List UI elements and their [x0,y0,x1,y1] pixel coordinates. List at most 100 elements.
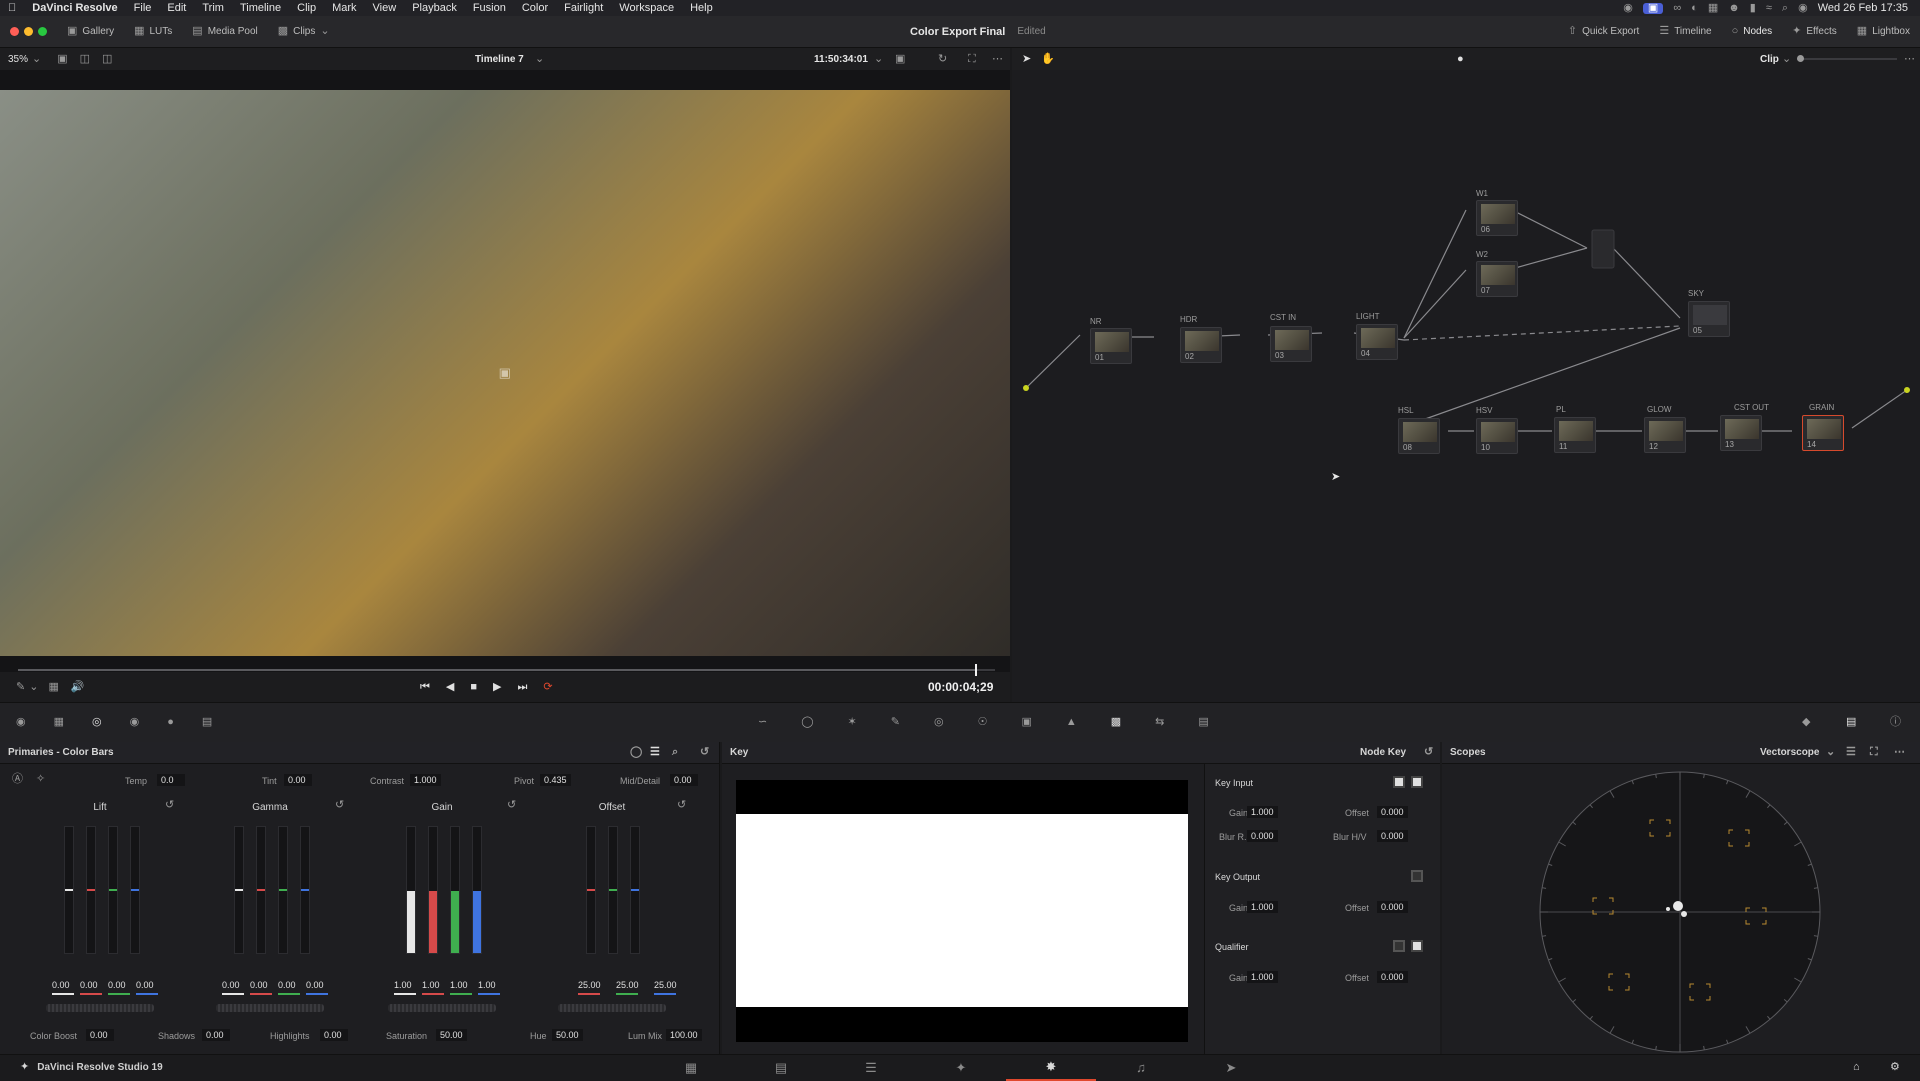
curves-icon[interactable]: ∽ [758,717,767,728]
key-input-offset-field[interactable]: 0.000 [1377,806,1408,818]
key-output-invert-toggle[interactable] [1411,870,1423,882]
node-sky[interactable]: 05 [1688,301,1730,337]
nodes-button[interactable]: ○ Nodes [1722,16,1783,47]
chevron-down-icon[interactable]: ⌄ [1826,747,1835,758]
channel-bar[interactable] [608,826,618,954]
zoom-select[interactable]: 35% [0,54,32,65]
menu-help[interactable]: Help [682,2,721,14]
media-pool-button[interactable]: ▤ Media Pool [182,16,267,47]
channel-value[interactable]: 0.00 [108,980,126,990]
more-options-icon[interactable]: ⋯ [1904,53,1915,65]
menu-color[interactable]: Color [514,2,556,14]
menu-clip[interactable]: Clip [289,2,324,14]
channel-bar[interactable] [64,826,74,954]
volume-icon[interactable]: 🔊 [71,681,85,693]
compare-view-icon[interactable]: ◫ [102,53,112,65]
calendar-icon[interactable]: ▦ [1708,2,1718,14]
node-pl[interactable]: 11 [1554,417,1596,453]
split-view-icon[interactable]: ◫ [80,53,90,65]
sync-icon[interactable]: ◐ [1691,2,1698,14]
media-page-tab[interactable]: ▦ [646,1055,736,1081]
color-warper-icon[interactable]: ◯ [801,717,813,728]
luts-button[interactable]: ▦ LUTs [124,16,182,47]
chevron-down-icon[interactable]: ⌄ [535,53,544,65]
resolve-status-icon[interactable]: ◉ [1623,2,1633,14]
node-light[interactable]: 04 [1356,324,1398,360]
qualifier-mask-toggle[interactable] [1411,940,1423,952]
menu-mark[interactable]: Mark [324,2,364,14]
source-timecode[interactable]: 11:50:34:01 [814,54,868,65]
qualifier-invert-toggle[interactable] [1393,940,1405,952]
eyedropper-icon[interactable]: ✎ [891,717,900,728]
reset-icon[interactable]: ◯ [630,747,642,758]
channel-bar[interactable] [108,826,118,954]
single-view-icon[interactable]: ▣ [57,53,67,65]
screen-share-icon[interactable]: ▣ [1642,2,1664,14]
node-nr[interactable]: 01 [1090,328,1132,364]
pivot-field[interactable]: 0.435 [540,774,571,786]
lummix-field[interactable]: 100.00 [666,1029,702,1041]
node-hsl[interactable]: 08 [1398,418,1440,454]
saturation-field[interactable]: 50.00 [436,1029,467,1041]
hue-field[interactable]: 50.00 [552,1029,583,1041]
channel-bar[interactable] [86,826,96,954]
node-w1[interactable]: 06 [1476,200,1518,236]
gallery-still-icon[interactable]: ▦ [48,681,58,693]
clips-button[interactable]: ▩ Clips ⌄ [268,16,340,47]
contrast-field[interactable]: 1.000 [410,774,441,786]
creative-cloud-icon[interactable]: ∞ [1673,2,1681,14]
scrubber-track[interactable] [18,664,995,676]
reset-icon[interactable]: ↺ [507,800,516,811]
key-output-offset-field[interactable]: 0.000 [1377,901,1408,913]
reset-icon[interactable]: ↺ [165,800,174,811]
shadows-field[interactable]: 0.00 [202,1029,230,1041]
fullscreen-icon[interactable]: ⛶ [968,53,976,65]
qualifier-icon[interactable]: ✶ [848,717,857,728]
deliver-page-tab[interactable]: ➤ [1186,1055,1276,1081]
highlights-field[interactable]: 0.00 [320,1029,348,1041]
menu-fusion[interactable]: Fusion [465,2,514,14]
clock[interactable]: Wed 26 Feb 17:35 [1818,2,1908,14]
node-zoom-slider[interactable] [1797,55,1897,62]
edit-page-tab[interactable]: ☰ [826,1055,916,1081]
auto-balance-icon[interactable]: Ⓐ [12,774,23,785]
channel-bar[interactable] [130,826,140,954]
home-icon[interactable]: ⌂ [1853,1062,1860,1073]
expand-icon[interactable]: ⛶ [1870,747,1878,758]
timeline-name[interactable]: Timeline 7 [475,54,524,65]
master-wheel-dial[interactable] [46,1004,154,1012]
key-input-blur-hv-field[interactable]: 0.000 [1377,830,1408,842]
master-wheel-dial[interactable] [388,1004,496,1012]
menu-trim[interactable]: Trim [194,2,232,14]
more-options-icon[interactable]: ⋯ [1894,747,1905,758]
play-reverse-icon[interactable]: ◀ [446,681,454,693]
channel-bar[interactable] [472,826,482,954]
color-page-tab[interactable]: ✸ [1006,1055,1096,1081]
viewer-mode-icon[interactable]: ▣ [895,53,905,65]
channel-value[interactable]: 0.00 [136,980,154,990]
gallery-button[interactable]: ▣ Gallery [57,16,124,47]
search-icon[interactable]: ⌕ [672,747,678,758]
menu-timeline[interactable]: Timeline [232,2,289,14]
menu-fairlight[interactable]: Fairlight [556,2,611,14]
app-menu[interactable]: DaVinci Resolve [24,2,125,14]
reset-icon[interactable]: ↺ [335,800,344,811]
channel-bar[interactable] [300,826,310,954]
playhead[interactable] [975,664,978,676]
reset-icon[interactable]: ↺ [1424,747,1433,758]
cut-page-tab[interactable]: ▤ [736,1055,826,1081]
key-input-gain-field[interactable]: 1.000 [1247,806,1278,818]
qualifier-offset-field[interactable]: 0.000 [1377,971,1408,983]
tint-field[interactable]: 0.00 [284,774,312,786]
channel-value[interactable]: 0.00 [250,980,268,990]
undo-icon[interactable]: ↺ [700,747,709,758]
tracker-icon[interactable]: ☉ [978,717,988,728]
hand-tool-icon[interactable]: ✋ [1041,53,1055,65]
sizing-icon[interactable]: ⇆ [1155,717,1164,728]
channel-value[interactable]: 25.00 [654,980,677,990]
close-window-button[interactable] [10,27,19,36]
key-input-mask-toggle[interactable] [1411,776,1423,788]
lightbox-button[interactable]: ▦ Lightbox [1847,16,1920,47]
spotlight-search-icon[interactable]: ⌕ [1782,2,1788,14]
blur-icon[interactable]: ▲ [1066,717,1077,728]
